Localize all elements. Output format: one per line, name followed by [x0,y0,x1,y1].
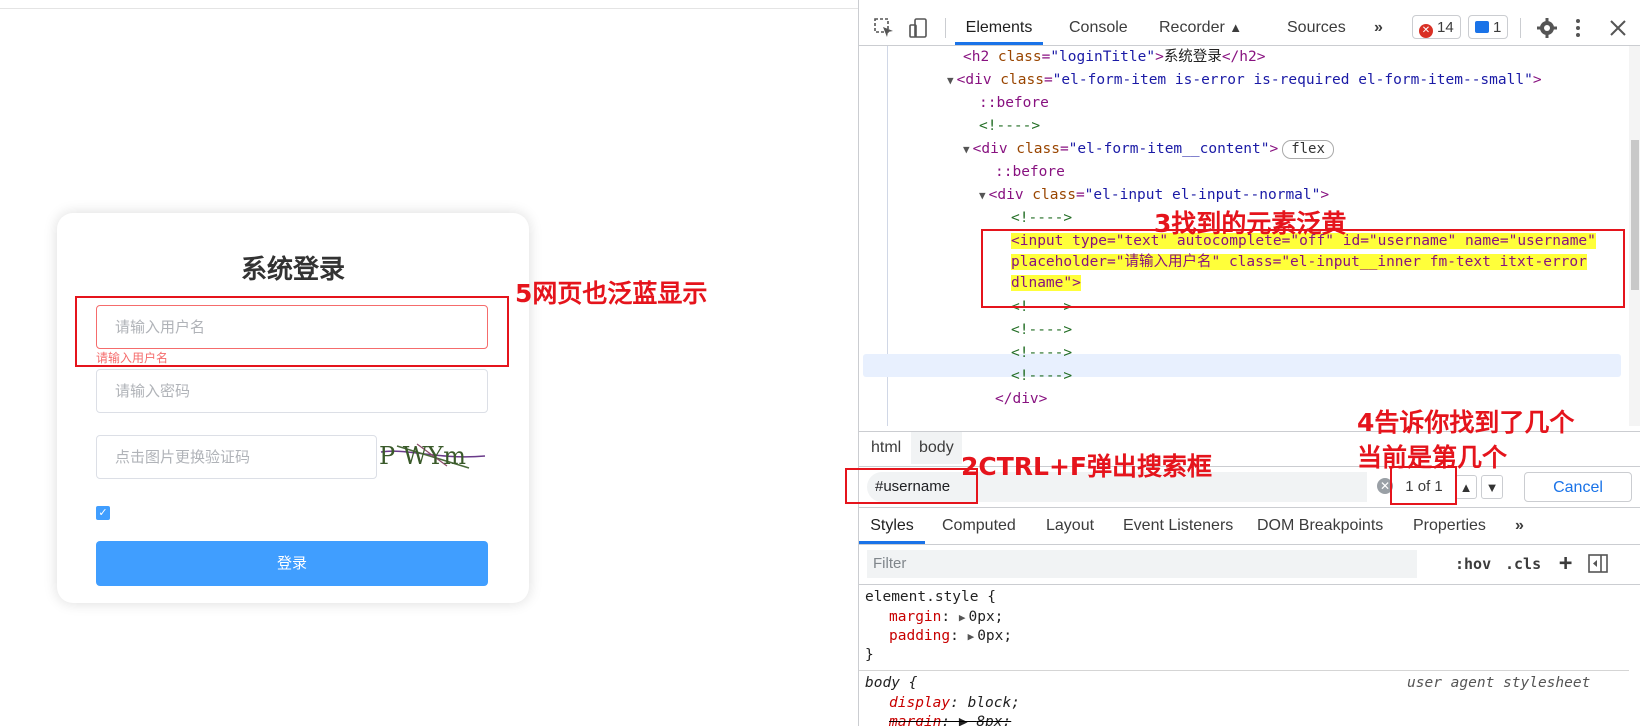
captcha-input[interactable]: 点击图片更换验证码 [96,435,377,479]
tree-line-comment-6[interactable]: <!----> [1011,365,1072,388]
rule-element-style-close: } [865,647,874,663]
password-input[interactable]: 请输入密码 [96,369,488,413]
flask-icon: ▲ [1229,20,1243,35]
tab-layout[interactable]: Layout [1046,508,1094,544]
tree-line-comment-5[interactable]: <!----> [1011,342,1072,365]
kebab-menu-icon[interactable] [1567,17,1589,39]
tree-line-form-content[interactable]: ▼ <div class="el-form-item__content"> flex [963,138,1334,161]
styles-rules: element.style { margin: ▶ 0px; padding: ▶… [859,586,1629,726]
annotation-box-search-input [845,468,978,504]
errors-badge[interactable]: ✕ 14 [1412,15,1461,39]
captcha-image[interactable]: P WYm [377,438,489,472]
tree-line-close-div[interactable]: </div> [995,388,1047,411]
annotation-step4-line1: 4告诉你找到了几个 [1357,408,1575,437]
login-card: 系统登录 请输入用户名 请输入用户名 请输入密码 点击图片更换验证码 P WYm… [57,213,529,603]
flex-badge[interactable]: flex [1282,140,1334,159]
settings-gear-icon[interactable] [1536,17,1558,39]
tree-line-before-2[interactable]: ::before [995,161,1065,184]
expand-triangle-icon: ▶ [967,630,975,643]
messages-count: 1 [1493,19,1502,36]
captcha-text: P WYm [379,442,466,470]
hovered-row-highlight [863,354,1621,377]
styles-pane-tabs: Styles Computed Layout Event Listeners D… [859,507,1640,545]
captcha-placeholder: 点击图片更换验证码 [115,448,251,466]
breadcrumb-html[interactable]: html [863,432,909,464]
tab-properties[interactable]: Properties [1413,508,1486,544]
elements-scroll-thumb[interactable] [1631,140,1639,290]
user-agent-stylesheet-label: user agent stylesheet [1407,675,1591,691]
annotation-step5: 5网页也泛蓝显示 [515,279,708,308]
rule-margin-overridden[interactable]: margin: ▶ 8px; [889,711,1011,726]
tab-styles[interactable]: Styles [859,508,925,544]
tab-recorder[interactable]: Recorder ▲ [1159,11,1242,45]
tab-elements[interactable]: Elements [955,11,1043,45]
annotation-step3: 3找到的元素泛黄 [1154,209,1347,238]
rule-separator [859,670,1629,671]
devtools-toolbar: Elements Console Recorder ▲ Sources » ✕ 1… [859,11,1640,46]
tree-line-before-1[interactable]: ::before [979,92,1049,115]
tab-event-listeners[interactable]: Event Listeners [1123,508,1233,544]
tab-recorder-label: Recorder [1159,19,1225,36]
remember-checkbox[interactable]: ✓ [96,506,110,520]
previous-match-button[interactable]: ▲ [1455,475,1477,499]
annotation-step4-line2: 当前是第几个 [1357,443,1508,472]
more-style-tabs-button[interactable]: » [1515,508,1524,544]
login-title: 系统登录 [240,255,345,285]
login-button[interactable]: 登录 [96,541,488,586]
message-icon [1475,21,1489,33]
inspect-element-icon[interactable] [873,17,895,39]
more-tabs-button[interactable]: » [1374,11,1383,45]
tree-line-form-item[interactable]: ▼ <div class="el-form-item is-error is-re… [947,69,1542,92]
tab-dom-breakpoints[interactable]: DOM Breakpoints [1257,508,1383,544]
tree-line-h2[interactable]: <h2 class="loginTitle">系统登录</h2> [963,46,1265,69]
device-toolbar-icon[interactable] [908,17,930,39]
password-placeholder: 请输入密码 [115,382,191,400]
tab-console[interactable]: Console [1069,11,1128,45]
tab-computed[interactable]: Computed [942,508,1016,544]
tree-line-comment-4[interactable]: <!----> [1011,319,1072,342]
breadcrumb-body[interactable]: body [911,432,962,464]
toolbar-divider-2 [1520,18,1521,38]
hov-toggle-button[interactable]: :hov [1455,550,1491,578]
toolbar-divider [945,18,946,38]
annotation-box-highlighted-element [981,229,1625,308]
cls-toggle-button[interactable]: .cls [1505,550,1541,578]
page-top-divider [0,8,858,9]
new-rule-plus-icon[interactable]: + [1559,550,1572,578]
annotation-step2: 2CTRL+F弹出搜索框 [961,452,1213,481]
errors-count: 14 [1437,19,1454,36]
expand-triangle-icon: ▶ [958,611,966,624]
error-icon: ✕ [1419,24,1433,38]
annotation-box-page-highlight [75,296,509,367]
tree-line-comment-1[interactable]: <!----> [979,115,1040,138]
styles-filter-input[interactable]: Filter [867,550,1417,578]
next-match-button[interactable]: ▼ [1481,475,1503,499]
close-devtools-icon[interactable] [1607,17,1629,39]
tree-line-comment-2[interactable]: <!----> [1011,207,1072,230]
cancel-search-button[interactable]: Cancel [1524,472,1632,502]
styles-filter-row: Filter :hov .cls + [859,544,1640,585]
toggle-sidebar-icon[interactable] [1587,553,1609,575]
rule-padding-declaration[interactable]: padding: ▶ 0px; [889,625,1012,648]
tab-sources[interactable]: Sources [1287,11,1346,45]
devtools-panel: Elements Console Recorder ▲ Sources » ✕ 1… [858,0,1640,726]
messages-badge[interactable]: 1 [1468,15,1509,39]
